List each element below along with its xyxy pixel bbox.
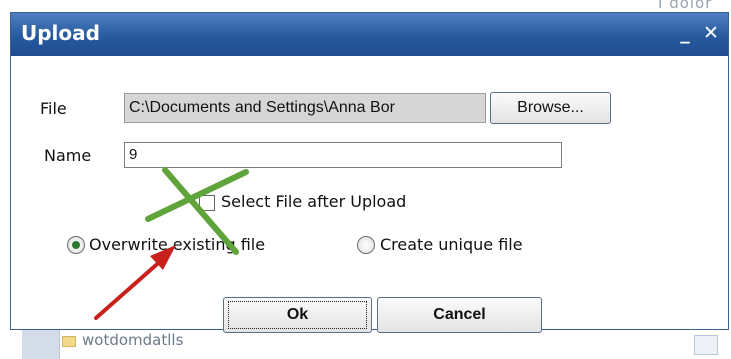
minimize-icon[interactable]: _ [674,22,696,44]
overwrite-label[interactable]: Overwrite existing file [89,235,265,254]
background-scroll-button [694,335,718,355]
focus-ring [228,301,367,329]
select-after-upload-label[interactable]: Select File after Upload [221,192,406,211]
name-input[interactable]: 9 [124,142,562,168]
background-window-top [0,0,731,12]
ok-button[interactable]: Ok [223,297,372,333]
file-path-field[interactable]: C:\Documents and Settings\Anna Bor [124,93,486,123]
create-unique-radio[interactable] [357,236,375,254]
background-text-top: I dolor [658,0,713,12]
folder-icon [62,336,76,347]
background-list-item: wotdomdatlls [82,331,184,349]
close-icon[interactable]: ✕ [700,22,722,44]
create-unique-label[interactable]: Create unique file [380,235,523,254]
name-label: Name [44,146,92,165]
dialog-titlebar[interactable]: Upload _ ✕ [11,13,728,56]
upload-dialog: Upload _ ✕ File C:\Documents and Setting… [10,12,729,333]
radio-selected-dot [72,241,80,249]
file-label: File [40,99,67,118]
overwrite-radio[interactable] [67,236,85,254]
background-sidebar-strip [22,330,60,359]
select-after-upload-checkbox[interactable] [199,195,215,211]
dialog-title: Upload [21,21,100,45]
browse-button[interactable]: Browse... [490,92,611,124]
cancel-button[interactable]: Cancel [377,297,542,333]
